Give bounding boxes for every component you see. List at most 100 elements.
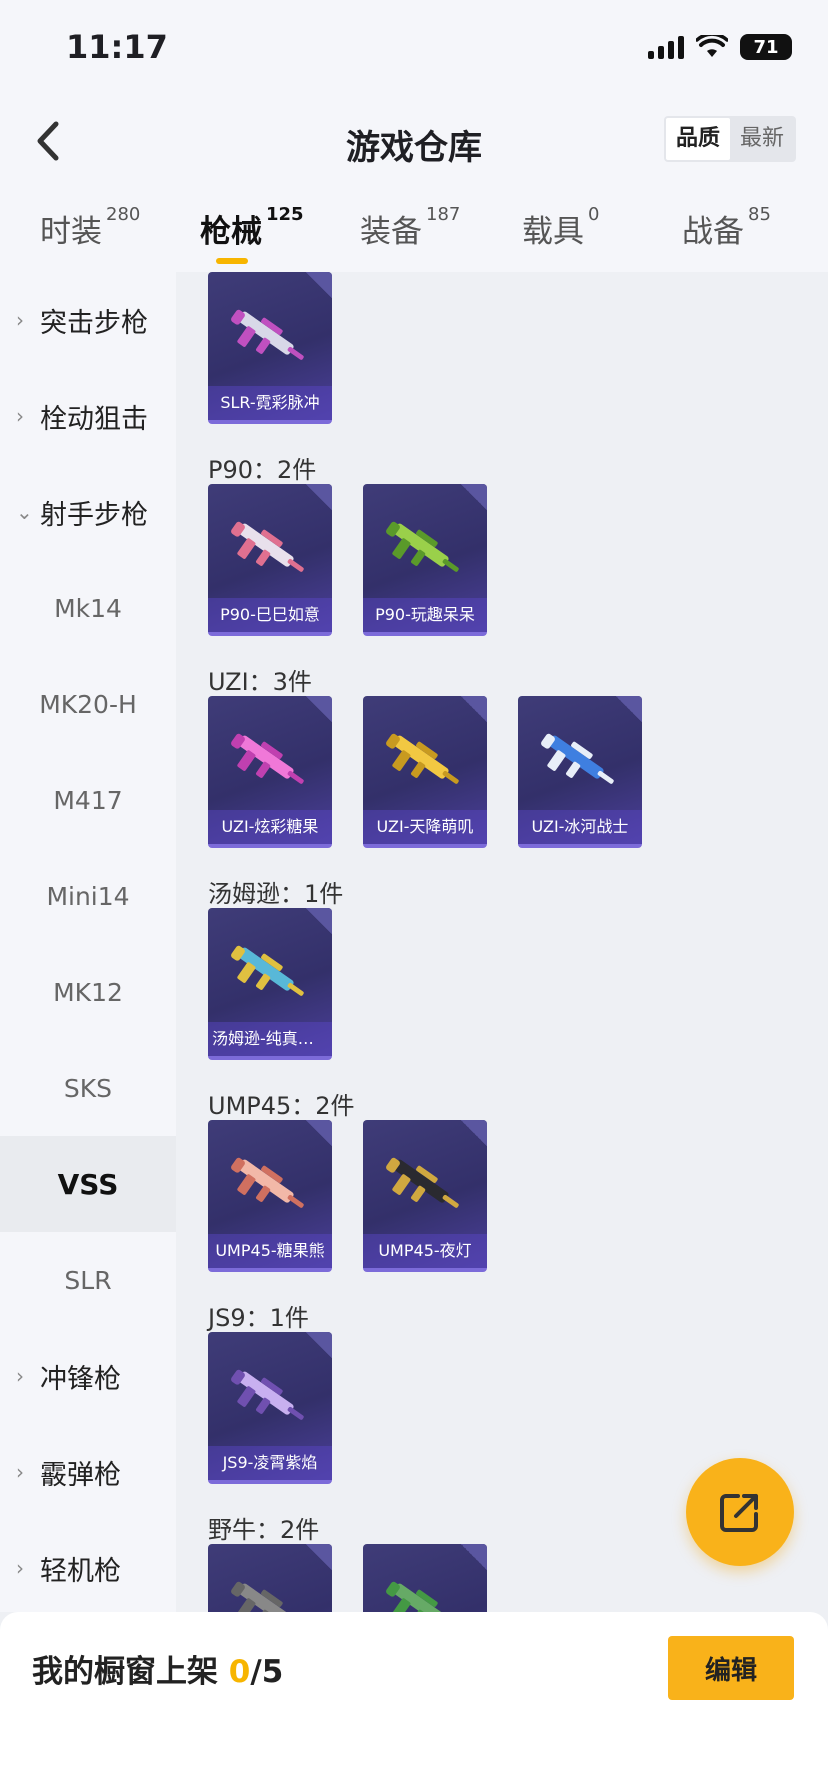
- tab-3[interactable]: 载具 0: [522, 204, 600, 251]
- item-card[interactable]: 汤姆逊-纯真年代: [208, 908, 332, 1060]
- sort-toggle: 品质 最新: [663, 116, 796, 162]
- cellular-signal-icon: [648, 35, 684, 59]
- gun-icon: [386, 1157, 459, 1208]
- tab-label: 战备: [682, 214, 744, 250]
- tab-4[interactable]: 战备 85: [682, 204, 771, 251]
- item-card[interactable]: P90-巳巳如意: [208, 484, 332, 636]
- sidebar-item[interactable]: › 栓动狙击: [0, 368, 176, 464]
- chevron-right-icon: ›: [16, 1460, 24, 1484]
- tab-indicator: [216, 258, 248, 264]
- item-card[interactable]: UZI-天降萌叽: [363, 696, 487, 848]
- item-name: 汤姆逊-纯真年代: [208, 1022, 332, 1056]
- item-name: UMP45-糖果熊: [208, 1234, 332, 1268]
- showcase-footer: 我的橱窗上架 0/5 编辑: [0, 1612, 828, 1792]
- item-name: P90-巳巳如意: [208, 598, 332, 632]
- sidebar-item-label: Mk14: [54, 593, 122, 623]
- showcase-count: 0: [228, 1654, 251, 1690]
- sidebar-item[interactable]: M417: [0, 752, 176, 848]
- sidebar-item-label: VSS: [57, 1167, 119, 1201]
- item-card[interactable]: SLR-霓彩脉冲: [208, 272, 332, 424]
- tab-label: 载具: [522, 214, 584, 250]
- gun-icon: [231, 733, 304, 784]
- sidebar-item[interactable]: Mini14: [0, 848, 176, 944]
- item-name: P90-玩趣呆呆: [363, 598, 487, 632]
- status-time: 11:17: [66, 28, 168, 66]
- item-card[interactable]: P90-玩趣呆呆: [363, 484, 487, 636]
- tab-label: 时装: [40, 214, 102, 250]
- chevron-right-icon: ›: [16, 308, 24, 332]
- sidebar-item[interactable]: SKS: [0, 1040, 176, 1136]
- sidebar-item[interactable]: SLR: [0, 1232, 176, 1328]
- gun-icon: [386, 1581, 449, 1612]
- sort-quality-button[interactable]: 品质: [665, 118, 730, 160]
- chevron-right-icon: ›: [16, 404, 24, 428]
- sidebar-item-label: 霰弹枪: [40, 1459, 121, 1491]
- chevron-down-icon: ⌄: [16, 500, 33, 524]
- tab-count: 187: [426, 204, 461, 225]
- item-grid: SLR：1件SLR-霓彩脉冲P90：2件P90-巳巳如意P90-玩趣呆呆UZI：…: [176, 272, 828, 1612]
- group-title: P90：2件: [208, 456, 317, 484]
- gun-icon: [231, 1157, 304, 1208]
- wifi-icon: [696, 35, 728, 57]
- sidebar-item[interactable]: › 霰弹枪: [0, 1424, 176, 1520]
- sidebar-item-label: 轻机枪: [40, 1555, 121, 1587]
- sidebar-item[interactable]: VSS: [0, 1136, 176, 1232]
- group-title: UMP45：2件: [208, 1092, 355, 1120]
- tab-count: 125: [266, 204, 304, 225]
- group-title: 汤姆逊：1件: [208, 880, 344, 908]
- sidebar-item[interactable]: › 突击步枪: [0, 272, 176, 368]
- item-name: UZI-冰河战士: [518, 810, 642, 844]
- tab-2[interactable]: 装备 187: [360, 204, 461, 251]
- share-button[interactable]: [686, 1458, 794, 1566]
- item-name: SLR-霓彩脉冲: [208, 386, 332, 420]
- item-card[interactable]: [363, 1544, 487, 1612]
- item-name: JS9-凌霄紫焰: [208, 1446, 332, 1480]
- sort-newest-button[interactable]: 最新: [730, 118, 794, 160]
- showcase-status: 我的橱窗上架 0/5: [32, 1646, 283, 1691]
- sidebar-item[interactable]: › 轻机枪: [0, 1520, 176, 1612]
- sidebar-item[interactable]: › 冲锋枪: [0, 1328, 176, 1424]
- sidebar-item[interactable]: MK20-H: [0, 656, 176, 752]
- showcase-total: /5: [250, 1654, 284, 1690]
- group-title: 野牛：2件: [208, 1516, 320, 1544]
- tab-1[interactable]: 枪械 125: [200, 204, 304, 264]
- tab-count: 0: [588, 204, 600, 225]
- chevron-right-icon: ›: [16, 1556, 24, 1580]
- group-title: UZI：3件: [208, 668, 312, 696]
- tab-0[interactable]: 时装 280: [40, 204, 141, 251]
- tab-label: 枪械: [200, 214, 262, 250]
- item-card[interactable]: UMP45-糖果熊: [208, 1120, 332, 1272]
- battery-icon: 71: [740, 34, 792, 60]
- sidebar-item-label: 突击步枪: [40, 307, 148, 339]
- status-icons: 71: [648, 34, 792, 60]
- gun-icon: [231, 945, 304, 996]
- chevron-right-icon: ›: [16, 1364, 24, 1388]
- sidebar-item-label: MK20-H: [39, 689, 137, 719]
- item-card[interactable]: UZI-炫彩糖果: [208, 696, 332, 848]
- group-title: JS9：1件: [208, 1304, 309, 1332]
- tab-count: 280: [106, 204, 141, 225]
- item-name: UZI-炫彩糖果: [208, 810, 332, 844]
- item-card[interactable]: [208, 1544, 332, 1612]
- item-name: UMP45-夜灯: [363, 1234, 487, 1268]
- tab-label: 装备: [360, 214, 422, 250]
- sidebar-item[interactable]: MK12: [0, 944, 176, 1040]
- sidebar-item[interactable]: ⌄ 射手步枪: [0, 464, 176, 560]
- item-card[interactable]: UMP45-夜灯: [363, 1120, 487, 1272]
- edit-button[interactable]: 编辑: [668, 1636, 794, 1700]
- gun-icon: [386, 733, 459, 784]
- gun-icon: [231, 521, 304, 572]
- sidebar-item[interactable]: Mk14: [0, 560, 176, 656]
- sidebar-item-label: 栓动狙击: [40, 403, 148, 435]
- sidebar-item-label: SLR: [64, 1265, 112, 1295]
- gun-icon: [231, 309, 304, 360]
- item-name: UZI-天降萌叽: [363, 810, 487, 844]
- item-card[interactable]: UZI-冰河战士: [518, 696, 642, 848]
- gun-icon: [231, 1369, 304, 1420]
- sidebar-item-label: 射手步枪: [40, 499, 148, 531]
- gun-icon: [541, 733, 614, 784]
- item-card[interactable]: JS9-凌霄紫焰: [208, 1332, 332, 1484]
- gun-icon: [386, 521, 459, 572]
- category-tabs: 时装 280 枪械 125 装备 187 载具 0 战备 85: [0, 186, 828, 272]
- sidebar-item-label: MK12: [53, 977, 123, 1007]
